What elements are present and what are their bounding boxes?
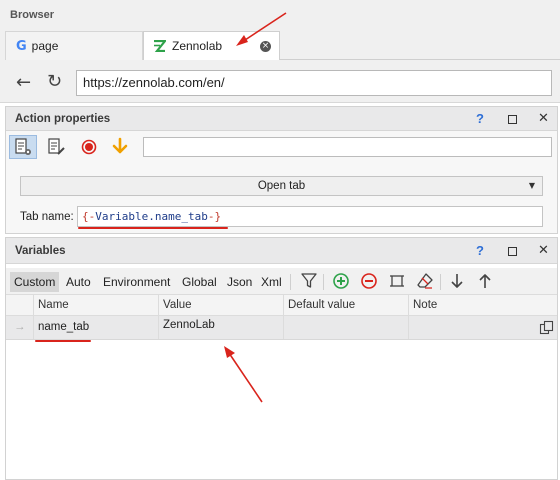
column-header-name[interactable]: Name <box>34 295 159 316</box>
zennolab-icon <box>154 40 166 52</box>
action-type-select[interactable]: Open tab ▼ <box>20 176 543 196</box>
tab-global[interactable]: Global <box>178 272 221 292</box>
variable-default-cell[interactable] <box>284 316 409 339</box>
tab-xml[interactable]: Xml <box>257 272 286 292</box>
panel-title: Variables <box>15 245 66 257</box>
tab-json[interactable]: Json <box>223 272 256 292</box>
selected-action: Open tab <box>257 180 306 192</box>
annotation-underline <box>35 340 91 342</box>
move-up-icon[interactable] <box>475 271 495 291</box>
tab-environment[interactable]: Environment <box>99 272 174 292</box>
close-icon[interactable]: ✕ <box>538 111 549 126</box>
close-icon[interactable]: ✕ <box>538 243 549 258</box>
action-settings-icon <box>15 138 31 155</box>
annotation-arrow-icon <box>236 12 287 46</box>
variables-panel: Variables ? ✕ Custom Auto Environment Gl… <box>5 237 558 480</box>
column-header-note[interactable]: Note <box>409 295 557 316</box>
back-button[interactable]: ← <box>16 72 31 93</box>
variables-grid-header: Name Value Default value Note <box>6 294 557 316</box>
panel-title: Action properties <box>15 113 111 125</box>
chevron-down-icon: ▼ <box>528 181 535 190</box>
variables-tab-bar: Custom Auto Environment Global Json Xml <box>6 268 557 294</box>
action-filter-input[interactable] <box>143 137 552 157</box>
help-icon[interactable]: ? <box>476 243 484 258</box>
variable-reference: Variable.name_tab <box>95 210 208 223</box>
variables-header: Variables ? ✕ <box>6 238 557 264</box>
column-header-default-value[interactable]: Default value <box>284 295 409 316</box>
annotation-arrow-icon <box>224 346 263 403</box>
variable-open-brace: {- <box>82 210 96 223</box>
help-icon[interactable]: ? <box>476 111 484 126</box>
address-bar[interactable]: https://zennolab.com/en/ <box>76 70 552 96</box>
tab-name-label: Tab name: <box>20 211 74 223</box>
table-row[interactable]: → name_tab ZennoLab <box>6 316 557 340</box>
tab-name-input[interactable]: {-Variable.name_tab-} <box>77 206 543 227</box>
clear-icon[interactable] <box>387 271 407 291</box>
variable-close-brace: -} <box>207 210 222 223</box>
eraser-icon[interactable] <box>415 271 435 291</box>
remove-icon[interactable] <box>359 271 379 291</box>
maximize-icon[interactable] <box>508 115 517 124</box>
variable-name-cell[interactable]: name_tab <box>34 316 159 339</box>
tab-auto[interactable]: Auto <box>62 272 95 292</box>
toolbar-divider <box>440 274 441 290</box>
copy-icon[interactable] <box>539 320 554 335</box>
browser-tab-label: Zennolab <box>172 39 223 53</box>
row-marker-header <box>6 295 34 316</box>
toolbar-divider <box>323 274 324 290</box>
refresh-button[interactable]: ↻ <box>47 71 62 92</box>
navigation-bar: ← ↻ https://zennolab.com/en/ <box>0 66 560 102</box>
action-properties-header: Action properties ? ✕ <box>6 107 557 131</box>
maximize-icon[interactable] <box>508 247 517 256</box>
toolbar-divider <box>290 274 291 290</box>
annotation-underline <box>78 227 228 229</box>
action-properties-panel: Action properties ? ✕ Open tab ▼ Tab nam… <box>5 106 558 234</box>
add-icon[interactable] <box>331 271 351 291</box>
variable-value-cell[interactable]: ZennoLab <box>159 316 284 339</box>
filter-icon[interactable] <box>299 271 319 291</box>
record-icon[interactable] <box>79 137 99 157</box>
move-down-icon[interactable] <box>447 271 467 291</box>
browser-tab-label: page <box>31 39 59 53</box>
tab-custom[interactable]: Custom <box>10 272 60 292</box>
download-arrow-icon[interactable] <box>110 137 130 157</box>
browser-tab-page[interactable]: G page <box>5 31 143 60</box>
browser-panel-title: Browser <box>10 9 55 21</box>
google-icon: G <box>16 38 27 54</box>
action-settings-button[interactable] <box>9 135 37 159</box>
column-header-value[interactable]: Value <box>159 295 284 316</box>
row-marker-icon: → <box>6 316 34 339</box>
variable-note-cell[interactable] <box>409 316 557 339</box>
action-edit-icon[interactable] <box>46 137 66 157</box>
